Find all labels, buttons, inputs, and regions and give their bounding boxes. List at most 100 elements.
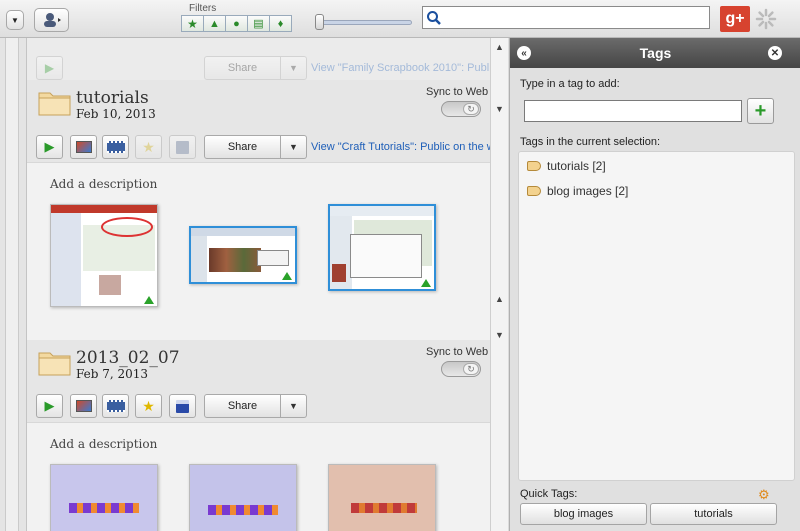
quick-tag-button[interactable]: tutorials [650, 503, 777, 525]
photo-thumbnail[interactable] [189, 464, 297, 531]
floppy-disk-icon [176, 140, 189, 154]
photo-thumbnail-selected[interactable] [189, 226, 297, 284]
person-icon: ● [233, 17, 240, 30]
photo-add-icon [75, 141, 92, 153]
chevron-down-icon: ▼ [289, 401, 298, 411]
star-button[interactable]: ★ [135, 394, 162, 418]
filter-places-button[interactable]: ♦ [269, 15, 292, 32]
slideshow-button[interactable]: ▶ [36, 394, 63, 418]
photo-thumbnail-selected[interactable] [328, 204, 436, 291]
share-dropdown-button[interactable]: ▼ [281, 394, 307, 418]
filter-people-button[interactable]: ● [225, 15, 248, 32]
current-tags-label: Tags in the current selection: [520, 136, 661, 148]
add-description-field[interactable]: Add a description [50, 437, 157, 451]
save-button[interactable] [169, 135, 196, 159]
share-button[interactable]: Share [204, 394, 281, 418]
tag-item[interactable]: blog images [2] [527, 184, 628, 198]
photo-thumbnail[interactable] [328, 464, 436, 531]
ghost-share-button: Share [204, 56, 281, 80]
left-panel-scrollbar[interactable] [5, 38, 19, 531]
scroll-down-icon[interactable]: ▼ [495, 104, 504, 114]
album-header: 2013_02_07 Feb 7, 2013 Sync to Web ↻ ▶ ★… [27, 340, 490, 428]
gear-icon[interactable]: ⚙ [758, 487, 770, 503]
add-tag-label: Type in a tag to add: [520, 78, 620, 90]
uploaded-arrow-icon [421, 279, 431, 287]
uploaded-arrow-icon [282, 272, 292, 280]
tag-label: blog images [2] [547, 184, 629, 198]
filter-slider-track[interactable] [318, 20, 412, 25]
person-icon [43, 13, 61, 27]
collapse-panel-icon[interactable]: « [517, 46, 531, 60]
play-icon: ▶ [44, 398, 55, 413]
film-strip-icon [106, 141, 125, 153]
people-button[interactable] [34, 8, 69, 32]
make-movie-button[interactable] [102, 135, 129, 159]
sync-to-web-label: Sync to Web [426, 86, 489, 98]
search-icon [427, 11, 441, 25]
album-date[interactable]: Feb 7, 2013 [76, 367, 148, 381]
make-movie-button[interactable] [102, 394, 129, 418]
star-icon: ★ [187, 16, 198, 31]
sync-to-web-toggle[interactable]: ↻ [441, 101, 481, 117]
upload-arrow-icon: ▲ [209, 17, 220, 30]
photo-thumbnail[interactable] [50, 464, 158, 531]
ghost-play-button: ▶ [36, 56, 63, 80]
share-button[interactable]: Share [204, 135, 281, 159]
add-to-collage-button[interactable] [70, 394, 97, 418]
tag-item[interactable]: tutorials [2] [527, 159, 606, 173]
filter-uploaded-button[interactable]: ▲ [203, 15, 226, 32]
filters-label: Filters [189, 3, 217, 14]
filter-star-button[interactable]: ★ [181, 15, 204, 32]
play-icon: ▶ [44, 139, 55, 154]
view-web-album-link[interactable]: View "Craft Tutorials": Public on the we… [311, 141, 490, 153]
chevron-down-icon: ▼ [11, 15, 19, 25]
film-icon: ▤ [253, 18, 264, 30]
ghost-share-dropdown: ▼ [281, 56, 307, 80]
album-title[interactable]: 2013_02_07 [76, 348, 180, 368]
slideshow-button[interactable]: ▶ [36, 135, 63, 159]
album-body: Add a description [27, 162, 490, 340]
folder-icon [38, 92, 71, 116]
sync-icon: ↻ [463, 363, 479, 375]
album-date[interactable]: Feb 10, 2013 [76, 107, 156, 121]
menu-dropdown-button[interactable]: ▼ [6, 10, 24, 30]
tag-label: tutorials [2] [547, 159, 606, 173]
photo-thumbnail[interactable] [50, 204, 158, 307]
album-header: tutorials Feb 10, 2013 Sync to Web ↻ ▶ ★… [27, 80, 490, 168]
filter-group: ★ ▲ ● ▤ ♦ [181, 15, 292, 32]
current-tags-list: tutorials [2] blog images [2] [518, 151, 795, 481]
film-strip-icon [106, 400, 125, 412]
save-button[interactable] [169, 394, 196, 418]
star-button[interactable]: ★ [135, 135, 162, 159]
ghost-view-link: View "Family Scrapbook 2010": Public on [311, 62, 490, 74]
add-description-field[interactable]: Add a description [50, 177, 157, 191]
album-title[interactable]: tutorials [76, 88, 149, 108]
add-tag-button[interactable]: + [747, 98, 774, 124]
sync-to-web-toggle[interactable]: ↻ [441, 361, 481, 377]
tag-icon [527, 186, 541, 196]
sync-to-web-label: Sync to Web [426, 346, 489, 358]
quick-tags-label: Quick Tags: [520, 488, 578, 500]
filter-slider-thumb[interactable] [315, 14, 324, 30]
photo-add-icon [75, 400, 92, 412]
uploaded-arrow-icon [144, 296, 154, 304]
album-list-scrollbar[interactable]: ▲ ▼ ▲ ▼ [490, 38, 508, 531]
loading-spinner-icon [755, 8, 777, 30]
google-plus-button[interactable]: g+ [720, 6, 750, 32]
add-to-collage-button[interactable] [70, 135, 97, 159]
scroll-up-icon[interactable]: ▲ [495, 42, 504, 52]
scroll-down-icon[interactable]: ▼ [495, 330, 504, 340]
album-list: ▶ Share ▼ View "Family Scrapbook 2010": … [27, 38, 490, 531]
chevron-down-icon: ▼ [289, 142, 298, 152]
plus-icon: + [754, 99, 767, 122]
search-input[interactable] [422, 6, 710, 29]
tag-input[interactable] [524, 100, 742, 122]
scroll-up-icon[interactable]: ▲ [495, 294, 504, 304]
quick-tag-button[interactable]: blog images [520, 503, 647, 525]
share-dropdown-button[interactable]: ▼ [281, 135, 307, 159]
close-icon[interactable]: ✕ [768, 46, 782, 60]
floppy-disk-icon [176, 399, 189, 413]
tags-panel: Tags « ✕ Type in a tag to add: + Tags in… [509, 38, 800, 531]
filter-video-button[interactable]: ▤ [247, 15, 270, 32]
top-toolbar: ▼ Filters ★ ▲ ● ▤ ♦ g+ [0, 0, 800, 38]
